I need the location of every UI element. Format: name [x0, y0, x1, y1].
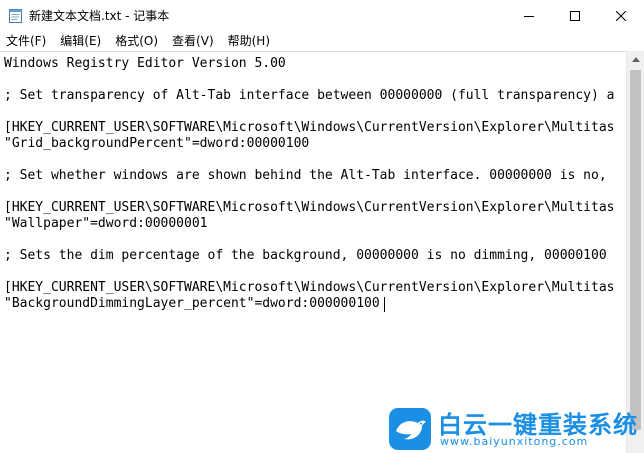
maximize-icon — [570, 10, 580, 21]
menu-file[interactable]: 文件(F) — [0, 31, 53, 51]
bird-logo-icon — [389, 408, 431, 450]
close-button[interactable] — [598, 0, 644, 31]
notepad-window: 新建文本文档.txt - 记事本 文件(F) 编辑(E) 格式(O) 查看(V)… — [0, 0, 644, 453]
minimize-button[interactable] — [506, 0, 552, 31]
editor-line: "Wallpaper"=dword:00000001 — [4, 216, 208, 231]
vertical-scrollbar[interactable] — [626, 51, 644, 453]
minimize-icon — [524, 15, 534, 17]
text-editor[interactable]: Windows Registry Editor Version 5.00 ; S… — [0, 51, 626, 453]
watermark-logo: 白云一键重装系统 www.baiyunxitong.com — [388, 405, 638, 451]
text-caret — [384, 297, 385, 312]
title-bar[interactable]: 新建文本文档.txt - 记事本 — [0, 0, 644, 31]
menu-help[interactable]: 帮助(H) — [221, 31, 277, 51]
scroll-up-icon — [631, 57, 640, 62]
menu-bar: 文件(F) 编辑(E) 格式(O) 查看(V) 帮助(H) — [0, 31, 644, 51]
editor-line: [HKEY_CURRENT_USER\SOFTWARE\Microsoft\Wi… — [4, 120, 615, 135]
editor-line: Windows Registry Editor Version 5.00 — [4, 56, 286, 71]
editor-line: ; Sets the dim percentage of the backgro… — [4, 248, 607, 263]
scroll-thumb[interactable] — [630, 70, 641, 430]
menu-format[interactable]: 格式(O) — [108, 31, 165, 51]
close-icon — [616, 10, 626, 21]
editor-line: [HKEY_CURRENT_USER\SOFTWARE\Microsoft\Wi… — [4, 280, 615, 295]
editor-line: "BackgroundDimmingLayer_percent"=dword:0… — [4, 296, 380, 311]
editor-line: ; Set whether windows are shown behind t… — [4, 168, 607, 183]
notepad-icon — [9, 8, 22, 23]
watermark-url: www.baiyunxitong.com — [440, 435, 589, 448]
scroll-up-button[interactable] — [627, 51, 644, 68]
window-title: 新建文本文档.txt - 记事本 — [29, 9, 170, 23]
editor-line: "Grid_backgroundPercent"=dword:00000100 — [4, 136, 310, 151]
maximize-button[interactable] — [552, 0, 598, 31]
menu-view[interactable]: 查看(V) — [165, 31, 221, 51]
editor-line: ; Set transparency of Alt-Tab interface … — [4, 88, 615, 103]
menu-edit[interactable]: 编辑(E) — [53, 31, 108, 51]
editor-line: [HKEY_CURRENT_USER\SOFTWARE\Microsoft\Wi… — [4, 200, 615, 215]
